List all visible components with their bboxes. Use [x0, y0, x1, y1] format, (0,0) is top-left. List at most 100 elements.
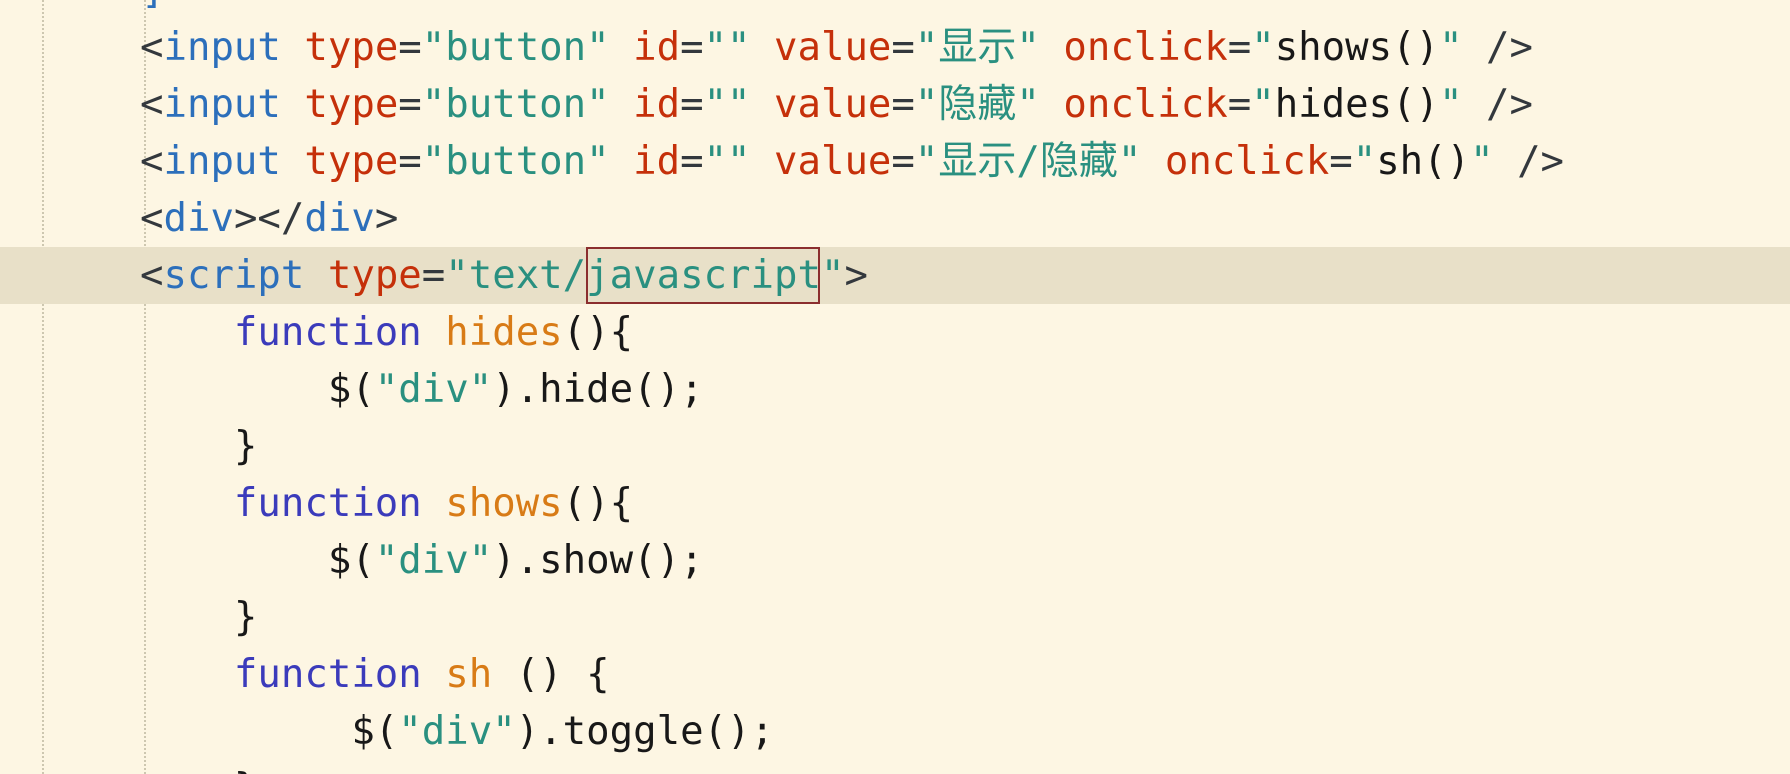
- code-token: "button": [421, 82, 610, 127]
- code-token: (){: [562, 481, 634, 526]
- code-editor[interactable]: ] <input type="button" id="" value="显示" …: [0, 0, 1790, 774]
- code-line[interactable]: }: [0, 760, 1790, 774]
- code-token: sh: [445, 652, 493, 697]
- code-token: ).toggle();: [515, 709, 774, 754]
- code-token: "div": [374, 538, 493, 583]
- code-token: "button": [421, 139, 610, 184]
- code-token: <: [140, 253, 164, 298]
- code-token: hides(): [1274, 82, 1440, 127]
- code-token: <: [140, 25, 164, 70]
- code-token: ": [1439, 82, 1463, 127]
- code-token: $(: [351, 709, 399, 754]
- code-token: type: [304, 82, 399, 127]
- code-token: "text/javascript": [445, 253, 845, 298]
- code-line[interactable]: <div></div>: [0, 190, 1790, 247]
- code-token: =: [1227, 25, 1252, 70]
- code-token: =: [891, 82, 915, 127]
- code-token: value: [774, 25, 892, 70]
- code-token: "button": [421, 25, 610, 70]
- code-token: "显示": [914, 25, 1040, 70]
- code-token: onclick: [1063, 82, 1228, 127]
- code-line[interactable]: }: [0, 589, 1790, 646]
- code-token: $(: [327, 538, 375, 583]
- code-line[interactable]: function sh () {: [0, 646, 1790, 703]
- code-token: ": [1439, 25, 1463, 70]
- code-token: onclick: [1063, 25, 1228, 70]
- code-token: type: [304, 139, 399, 184]
- code-token: =: [891, 139, 915, 184]
- code-token: ": [1470, 139, 1494, 184]
- code-token: div: [304, 196, 375, 241]
- code-token: (){: [562, 310, 634, 355]
- code-token: type: [304, 25, 399, 70]
- code-token: }: [233, 424, 258, 469]
- code-token: "": [703, 25, 751, 70]
- code-line[interactable]: function hides(){: [0, 304, 1790, 361]
- code-token: id: [633, 82, 681, 127]
- code-token: =: [891, 25, 915, 70]
- code-token: >: [374, 196, 399, 241]
- code-token: />: [1462, 82, 1534, 127]
- code-token: function: [233, 310, 422, 355]
- code-content[interactable]: <input type="button" id="" value="显示" on…: [0, 0, 1790, 774]
- code-token: />: [1493, 139, 1565, 184]
- code-token: ": [1251, 82, 1275, 127]
- code-token: script: [163, 253, 305, 298]
- code-token: =: [398, 139, 422, 184]
- code-token: input: [163, 139, 281, 184]
- code-token: type: [327, 253, 422, 298]
- code-line[interactable]: function shows(){: [0, 475, 1790, 532]
- code-token: input: [163, 25, 281, 70]
- code-line[interactable]: <input type="button" id="" value="隐藏" on…: [0, 76, 1790, 133]
- code-line[interactable]: <input type="button" id="" value="显示" on…: [0, 19, 1790, 76]
- code-token: <: [140, 139, 164, 184]
- code-line[interactable]: <script type="text/javascript">: [0, 247, 1790, 304]
- code-line[interactable]: $("div").toggle();: [0, 703, 1790, 760]
- code-token: ).hide();: [492, 367, 704, 412]
- code-token: function: [233, 481, 422, 526]
- code-token: ></: [233, 196, 305, 241]
- code-line[interactable]: $("div").show();: [0, 532, 1790, 589]
- code-token: id: [633, 25, 681, 70]
- code-token: shows(): [1274, 25, 1440, 70]
- code-token: ": [1251, 25, 1275, 70]
- code-token: =: [680, 82, 704, 127]
- code-token: ": [1352, 139, 1377, 184]
- code-token: sh(): [1376, 139, 1471, 184]
- code-token: $(: [327, 367, 375, 412]
- code-token: <: [140, 196, 164, 241]
- code-token: "": [703, 139, 751, 184]
- code-token: =: [1329, 139, 1353, 184]
- code-token: />: [1462, 25, 1534, 70]
- code-line[interactable]: <input type="button" id="" value="显示/隐藏"…: [0, 133, 1790, 190]
- code-line[interactable]: }: [0, 418, 1790, 475]
- code-token: =: [1227, 82, 1252, 127]
- code-line[interactable]: $("div").hide();: [0, 361, 1790, 418]
- code-token: ).show();: [492, 538, 704, 583]
- code-token: "显示/隐藏": [914, 139, 1142, 184]
- code-token: () {: [492, 652, 610, 697]
- code-token: "隐藏": [914, 82, 1040, 127]
- code-token: onclick: [1164, 139, 1330, 184]
